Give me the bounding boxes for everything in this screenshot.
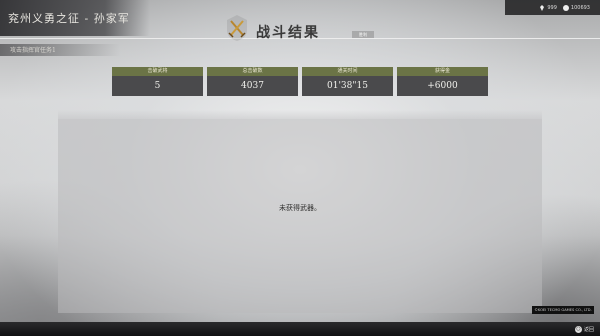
coin-icon xyxy=(562,4,569,11)
gem-count: 999 xyxy=(547,4,557,11)
stage-title: 兖州义勇之征 - 孙家军 xyxy=(8,12,130,25)
copyright-notice: ©KOEI TECMO GAMES CO., LTD. xyxy=(532,306,594,314)
stat-total-kos: 总击破数 4037 xyxy=(207,67,298,100)
mission-subtitle-bar: 攻击指挥官任务1 xyxy=(0,44,120,56)
stat-clear-time: 通关时间 01'38"15 xyxy=(302,67,393,100)
back-button[interactable]: ○ 返回 xyxy=(574,324,594,334)
gem-icon xyxy=(540,4,545,11)
crossed-swords-icon xyxy=(227,15,247,41)
empty-rewards-message: 未获得武器。 xyxy=(279,204,321,212)
stat-label: 获得金 xyxy=(397,67,488,76)
rewards-panel-top xyxy=(58,110,542,119)
back-label: 返回 xyxy=(583,326,594,333)
stat-value: +6000 xyxy=(397,76,488,96)
gem-resource: 999 xyxy=(539,4,557,11)
stage-title-bar: 兖州义勇之征 - 孙家军 xyxy=(0,0,150,36)
weapon-rewards-panel: 未获得武器。 xyxy=(58,119,542,313)
stat-value: 01'38"15 xyxy=(302,76,393,96)
coin-count: 100693 xyxy=(570,4,590,11)
bottom-bar xyxy=(0,322,600,336)
stat-officers-defeated: 击破武将 5 xyxy=(112,67,203,100)
stat-value: 5 xyxy=(112,76,203,96)
battle-stats: 击破武将 5 总击破数 4037 通关时间 01'38"15 获得金 +6000 xyxy=(112,67,488,100)
result-badge: 胜利 xyxy=(352,31,374,38)
battle-result-title: 战斗结果 xyxy=(256,25,320,41)
circle-button-icon: ○ xyxy=(574,325,582,333)
mission-subtitle: 攻击指挥官任务1 xyxy=(10,47,56,54)
coin-resource: 100693 xyxy=(562,4,590,11)
stat-gold-earned: 获得金 +6000 xyxy=(397,67,488,100)
stat-label: 总击破数 xyxy=(207,67,298,76)
stat-value: 4037 xyxy=(207,76,298,96)
stat-label: 击破武将 xyxy=(112,67,203,76)
resource-bar: 999 100693 xyxy=(505,0,600,15)
stat-label: 通关时间 xyxy=(302,67,393,76)
